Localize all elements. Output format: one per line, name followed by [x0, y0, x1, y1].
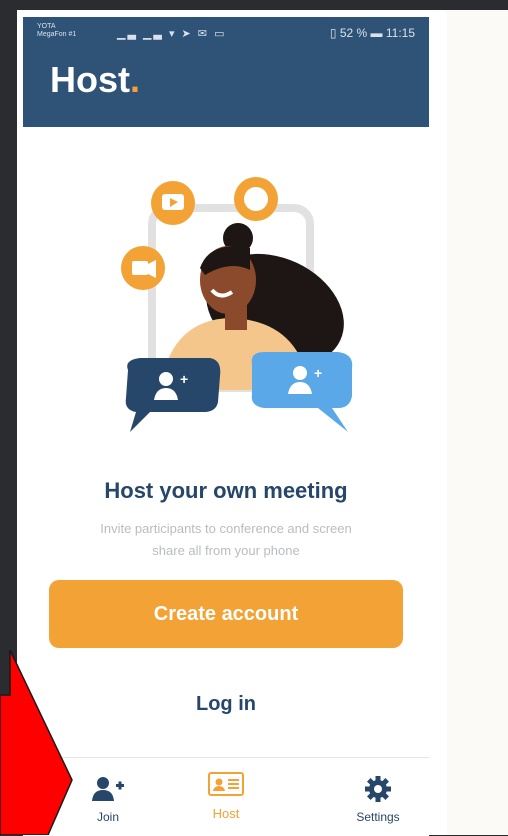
battery-icon: ▬ [370, 26, 383, 40]
dark-border-top [0, 0, 508, 10]
carrier-info: YOTA MegaFon #1 [37, 23, 76, 39]
carrier-line2: MegaFon #1 [37, 31, 77, 38]
app-title-text: Host [50, 59, 130, 100]
create-account-button[interactable]: Create account [49, 580, 403, 648]
plus-glyph-dark: + [180, 371, 188, 387]
add-person-icon [92, 777, 124, 801]
id-card-icon [208, 772, 244, 796]
page-subtext: Invite participants to conference and sc… [100, 521, 352, 558]
dark-border-left [0, 0, 17, 720]
tab-settings-label: Settings [356, 810, 400, 824]
status-bar: YOTA MegaFon #1 ▁▃ ▁▃ ▾ ➤ ✉ ▭ ▯ 52 % ▬ 1… [37, 23, 415, 45]
host-illustration: + + [121, 177, 353, 432]
vibrate-icon: ▯ [329, 26, 337, 40]
gear-icon [365, 776, 391, 802]
app-title-dot: . [130, 59, 141, 100]
rec-glyph [244, 187, 268, 211]
network-icons: ▁▃ ▁▃ ▾ ➤ ✉ ▭ [117, 28, 227, 40]
time: 11:15 [385, 26, 415, 40]
battery-text: 52 % [339, 26, 368, 40]
carrier-line1: YOTA [37, 23, 56, 30]
tab-host-label: Host [212, 806, 240, 821]
add-person-glyph-light [293, 366, 307, 380]
status-right: ▯ 52 % ▬ 11:15 [330, 26, 415, 40]
camera-glyph [132, 261, 148, 275]
add-person-glyph-dark [159, 372, 173, 386]
page-headline: Host your own meeting [104, 478, 348, 503]
plus-glyph-light: + [314, 365, 322, 381]
red-arrow-pointer [0, 650, 73, 835]
app-title: Host. [50, 59, 140, 101]
tab-settings[interactable]: Settings [318, 758, 438, 828]
tab-host[interactable]: Host [166, 758, 286, 828]
app-bar: YOTA MegaFon #1 ▁▃ ▁▃ ▾ ➤ ✉ ▭ ▯ 52 % ▬ 1… [23, 17, 429, 127]
